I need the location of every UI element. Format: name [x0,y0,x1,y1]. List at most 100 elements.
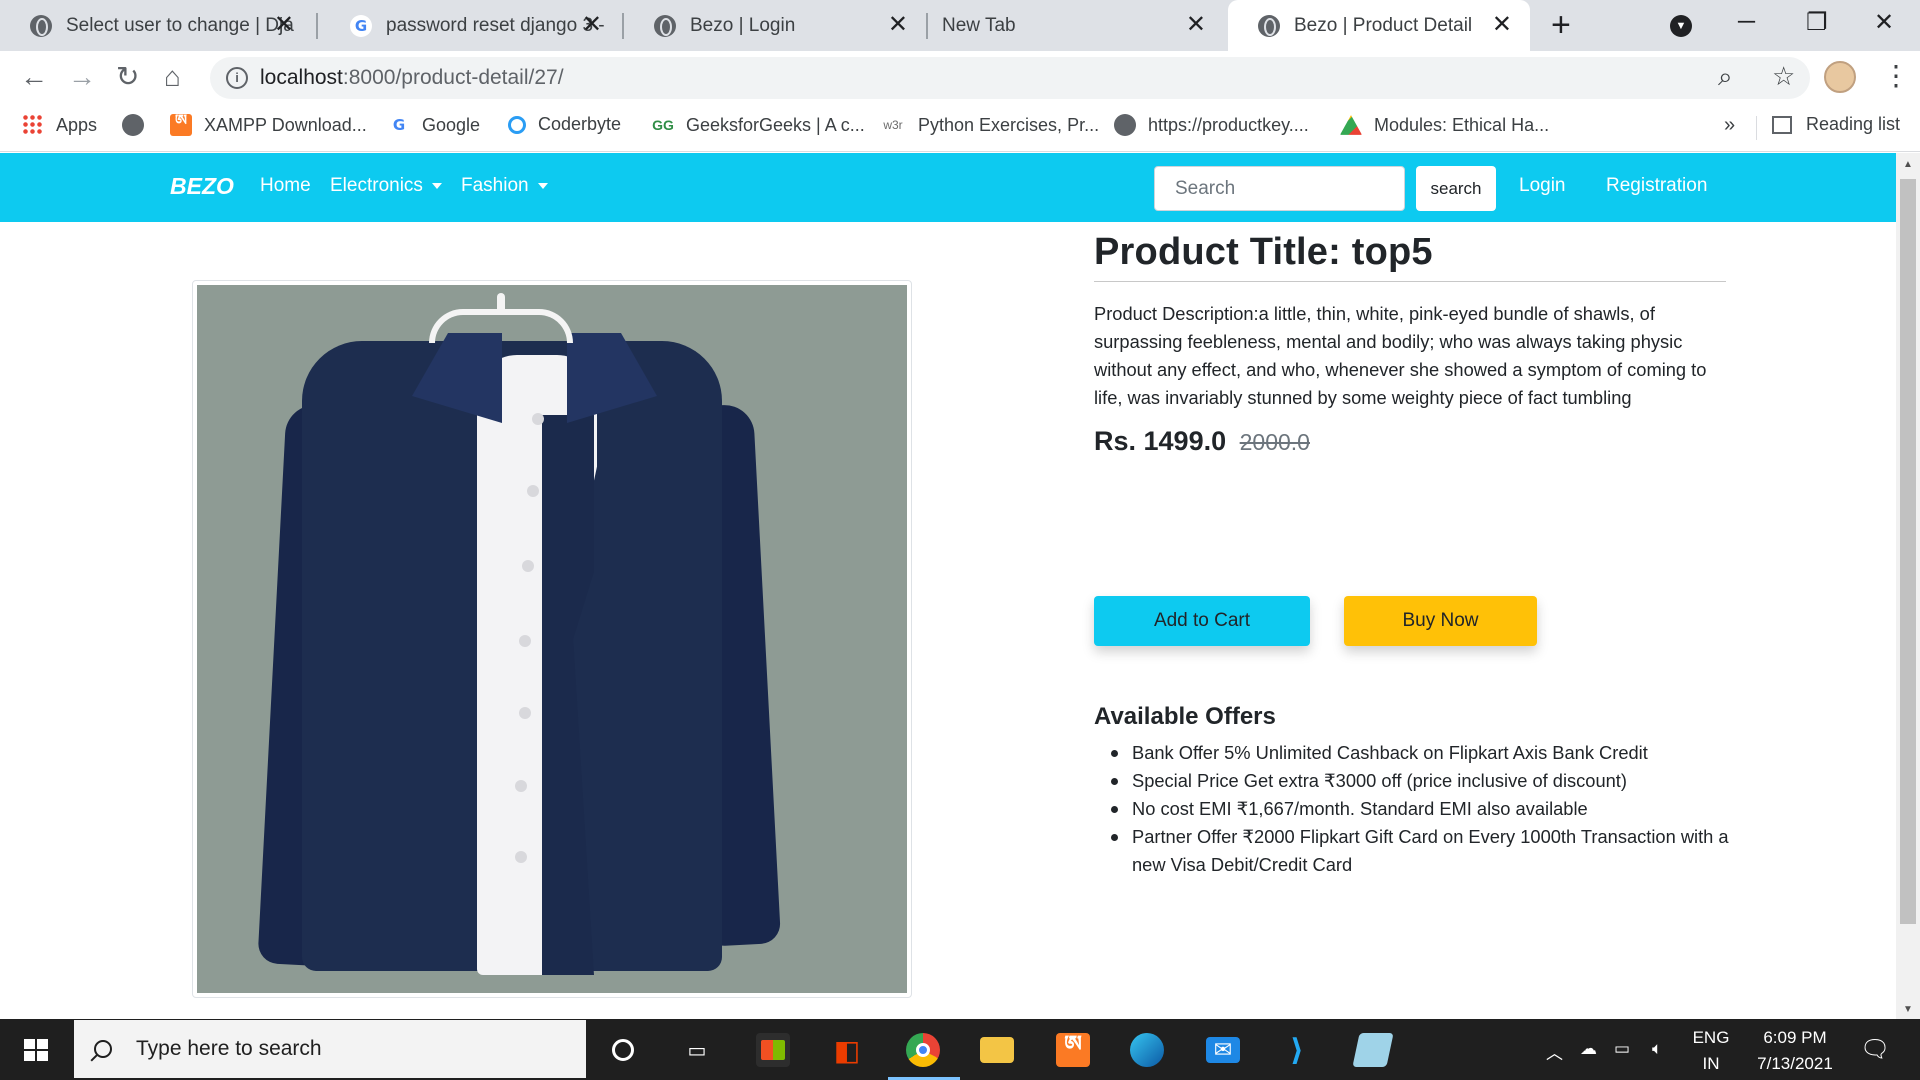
close-window-button[interactable]: ✕ [1874,8,1894,37]
menu-kebab-icon[interactable]: ⋮ [1882,59,1910,92]
minimize-button[interactable]: ─ [1738,8,1755,36]
tab-password-reset[interactable]: G password reset django 3 - ✕ [320,0,620,51]
task-view-icon[interactable]: ▭ [680,1033,714,1067]
bookmark-xampp[interactable]: ཨ XAMPP Download... [170,112,367,136]
restore-button[interactable]: ❐ [1806,8,1828,37]
new-tab-button[interactable]: + [1551,8,1571,42]
tab-title: Select user to change | Dja [66,14,294,36]
home-button[interactable]: ⌂ [164,61,181,93]
taskbar-search-box[interactable]: Type here to search [74,1020,586,1078]
tab-close-icon[interactable]: ✕ [1186,13,1206,37]
language-code: ENG [1692,1028,1730,1047]
bookmark-coderbyte[interactable]: Coderbyte [508,114,621,135]
bookmark-w3schools[interactable]: w3r Python Exercises, Pr... [880,114,1099,136]
site-navbar: BEZO Home Electronics Fashion search Log… [0,153,1896,222]
windows-start-icon[interactable] [24,1039,48,1061]
nav-home[interactable]: Home [260,175,311,197]
notepad-icon[interactable] [1352,1033,1394,1067]
bookmark-star-icon[interactable]: ☆ [1772,61,1795,92]
tab-close-icon[interactable]: ✕ [888,13,908,37]
scrollbar-thumb[interactable] [1900,179,1916,924]
browser-toolbar: ← → ↻ ⌂ i localhost:8000/product-detail/… [0,51,1920,104]
page-viewport: BEZO Home Electronics Fashion search Log… [0,153,1896,1019]
url-host: localhost [260,66,343,89]
bookmark-productkey[interactable]: https://productkey.... [1114,114,1309,136]
input-language[interactable]: ENG IN [1686,1025,1736,1077]
product-description: Product Description:a little, thin, whit… [1094,303,1707,408]
store-icon[interactable] [756,1033,790,1067]
chrome-icon[interactable] [906,1033,940,1067]
scroll-up-arrow-icon[interactable]: ▲ [1903,159,1913,170]
cortana-icon[interactable] [606,1033,640,1067]
tab-bezo-login[interactable]: Bezo | Login ✕ [624,0,926,51]
nav-registration[interactable]: Registration [1606,175,1707,197]
reading-list-label: Reading list [1806,114,1901,134]
globe-icon [1258,14,1280,37]
notifications-icon[interactable]: 🗨︎ [1860,1035,1890,1064]
tab-divider [316,13,318,39]
site-info-icon[interactable]: i [226,67,248,89]
scroll-down-arrow-icon[interactable]: ▼ [1903,1004,1913,1015]
back-button[interactable]: ← [20,61,48,93]
tab-product-detail[interactable]: Bezo | Product Detail ✕ [1228,0,1530,51]
clock[interactable]: 6:09 PM 7/13/2021 [1740,1025,1850,1077]
reading-list-button[interactable]: Reading list [1772,114,1900,135]
product-image [197,285,907,993]
bookmarks-overflow-button[interactable]: » [1724,114,1735,137]
file-explorer-icon[interactable] [980,1037,1014,1063]
bookmark-geeksforgeeks[interactable]: GG GeeksforGeeks | A c... [652,114,865,136]
nav-login[interactable]: Login [1519,175,1566,197]
caret-down-icon [431,182,442,189]
tab-new-tab[interactable]: New Tab ✕ [928,0,1224,51]
zoom-icon[interactable]: ⌕ [1718,61,1733,93]
site-search-button[interactable]: search [1416,166,1496,211]
shirt-button [519,707,531,719]
reload-button[interactable]: ↻ [116,61,139,93]
cloud-icon[interactable]: ☁ [1580,1039,1597,1059]
xampp-icon[interactable]: ཨ [1056,1031,1090,1067]
tab-search-icon[interactable]: ▼ [1670,15,1692,37]
profile-avatar[interactable] [1824,61,1856,93]
office-icon[interactable]: ◧ [830,1033,864,1067]
tab-close-icon[interactable]: ✕ [1492,13,1512,37]
page-scrollbar[interactable]: ▲ ▼ [1896,153,1920,1019]
buy-now-button[interactable]: Buy Now [1344,596,1537,646]
brand-logo[interactable]: BEZO [170,173,234,200]
volume-icon[interactable]: 🔈︎ [1652,1039,1662,1059]
offer-item: Bank Offer 5% Unlimited Cashback on Flip… [1094,739,1734,767]
bookmark-google[interactable]: G Google [388,114,480,136]
bookmark-label: Modules: Ethical Ha... [1374,114,1550,135]
bookmark-label: Python Exercises, Pr... [918,114,1100,135]
edge-icon[interactable] [1130,1033,1164,1067]
shirt-button [522,560,534,572]
tab-close-icon[interactable]: ✕ [274,13,294,37]
nav-fashion-dropdown[interactable]: Fashion [461,175,548,197]
vscode-icon[interactable]: ⟩ [1280,1033,1314,1067]
bookmark-modules[interactable]: Modules: Ethical Ha... [1340,114,1549,136]
shirt-button [527,485,539,497]
globe-icon [1114,114,1136,136]
product-title: Product Title: top5 [1094,231,1433,273]
globe-icon [122,114,144,136]
tab-title: Bezo | Product Detail [1294,14,1473,36]
site-search-input[interactable] [1154,166,1405,211]
battery-icon[interactable]: ▭ [1614,1039,1630,1059]
tab-select-user[interactable]: Select user to change | Dja ✕ [0,0,312,51]
bookmark-label: https://productkey.... [1148,114,1309,135]
title-divider [1094,281,1726,282]
forward-button[interactable]: → [68,61,96,93]
bookmark-globe[interactable] [122,114,156,136]
nav-electronics-dropdown[interactable]: Electronics [330,175,442,197]
mail-icon[interactable]: ✉ [1206,1037,1240,1063]
url-text[interactable]: localhost:8000/product-detail/27/ [260,66,564,90]
region-code: IN [1702,1054,1720,1073]
show-hidden-icons-chevron-icon[interactable]: ︿ [1546,1039,1563,1064]
shirt-button [515,780,527,792]
bookmark-apps[interactable]: Apps [22,114,97,136]
add-to-cart-button[interactable]: Add to Cart [1094,596,1310,646]
address-bar[interactable]: i localhost:8000/product-detail/27/ ⌕ ☆ [210,57,1810,99]
offers-list: Bank Offer 5% Unlimited Cashback on Flip… [1094,739,1734,879]
tab-close-icon[interactable]: ✕ [582,13,602,37]
product-old-price: 2000.0 [1239,429,1310,455]
apps-grid-icon [22,114,44,136]
